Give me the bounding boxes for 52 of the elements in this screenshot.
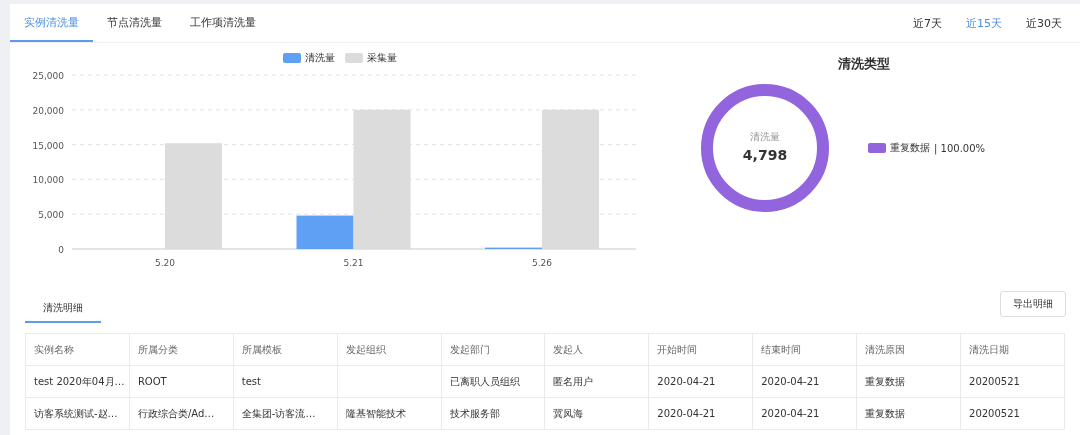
table-cell: 2020-04-21 — [761, 376, 820, 387]
table-cell: 全集团-访客流… — [241, 407, 316, 419]
table-cell: 匿名用户 — [553, 375, 594, 387]
center-label: 清洗量 — [750, 131, 780, 142]
x-tick-label: 5.26 — [532, 258, 552, 268]
table-cell: 重复数据 — [865, 375, 906, 387]
table-cell: 重复数据 — [865, 407, 906, 419]
table-cell: test 2020年04月… — [34, 375, 125, 387]
legend-percent: | 100.00% — [934, 142, 986, 154]
tab[interactable]: 实例清洗量 — [10, 4, 93, 42]
table-cell: test — [241, 376, 261, 387]
column-header: 发起组织 — [337, 333, 442, 366]
tab[interactable]: 清洗明细 — [25, 295, 101, 323]
column-header: 所属分类 — [129, 333, 234, 366]
table-cell: 技术服务部 — [449, 407, 500, 419]
legend-label: 重复数据 — [890, 141, 930, 155]
table-cell: 20200521 — [969, 376, 1020, 387]
column-header: 所属模板 — [233, 333, 338, 366]
y-tick-label: 10,000 — [32, 175, 64, 186]
column-header: 清洗原因 — [856, 333, 961, 366]
center-value: 4,798 — [742, 147, 788, 163]
y-tick-label: 5,000 — [38, 210, 64, 221]
table-cell: 20200521 — [969, 408, 1020, 419]
y-tick-label: 20,000 — [32, 105, 64, 116]
column-header: 清洗日期 — [960, 333, 1065, 366]
x-tick-label: 5.20 — [155, 258, 175, 268]
legend-label: 采集量 — [367, 51, 397, 65]
table-cell: 冀凤海 — [553, 407, 584, 419]
table-cell: 访客系统测试-赵… — [34, 407, 118, 419]
table-cell: 已离职人员组织 — [449, 375, 520, 387]
column-header: 实例名称 — [25, 333, 130, 366]
x-tick-label: 5.21 — [343, 258, 364, 268]
chart-title: 清洗类型 — [838, 55, 891, 73]
table-cell: 2020-04-21 — [657, 408, 716, 419]
table-cell: 行政综合类/Ad… — [137, 407, 215, 419]
column-header: 发起人 — [544, 333, 649, 366]
table-cell: 隆基智能技术 — [345, 407, 406, 419]
y-tick-label: 25,000 — [32, 71, 64, 81]
column-header: 发起部门 — [441, 333, 545, 366]
column-header: 开始时间 — [648, 333, 753, 366]
y-tick-label: 15,000 — [32, 140, 64, 151]
y-tick-label: 0 — [58, 245, 64, 255]
range-option[interactable]: 近30天 — [1016, 4, 1072, 42]
column-header: 结束时间 — [752, 333, 857, 366]
tab[interactable]: 节点清洗量 — [93, 4, 176, 42]
table-cell: ROOT — [137, 376, 167, 387]
tab[interactable]: 工作项清洗量 — [176, 4, 270, 42]
table-cell: 2020-04-21 — [761, 408, 820, 419]
legend-label: 清洗量 — [305, 51, 335, 65]
range-option[interactable]: 近7天 — [903, 4, 952, 42]
export-button[interactable]: 导出明细 — [1000, 291, 1066, 317]
table-cell: 2020-04-21 — [657, 376, 716, 387]
